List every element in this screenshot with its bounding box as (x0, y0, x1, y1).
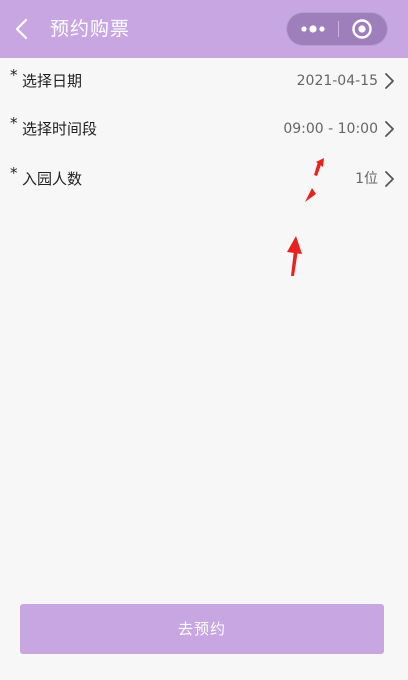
required-mark: * (10, 164, 18, 182)
chevron-right-icon (385, 73, 394, 89)
submit-reservation-button[interactable]: 去预约 (20, 604, 384, 654)
select-date-label: 选择日期 (22, 72, 83, 90)
close-mini-program-button[interactable] (339, 13, 387, 45)
select-time-slot-label: 选择时间段 (22, 120, 98, 138)
visitor-count-value: 1位 (355, 171, 378, 187)
chevron-left-icon (15, 18, 28, 40)
back-button[interactable] (10, 16, 36, 42)
content-area: * 选择日期 2021-04-15 * 选择时间段 09:00 - 10:00 … (0, 58, 408, 680)
required-mark: * (10, 114, 18, 132)
chevron-right-icon (385, 121, 394, 137)
required-mark: * (10, 66, 18, 84)
chevron-right-icon (385, 171, 394, 187)
selected-date-value: 2021-04-15 (296, 73, 378, 89)
more-dots-icon (301, 25, 325, 33)
navigation-bar: 预约购票 (0, 0, 408, 58)
page-title: 预约购票 (50, 18, 131, 40)
visitor-count-row[interactable]: * 入园人数 1位 (0, 156, 408, 204)
target-circle-icon (352, 19, 372, 39)
mini-program-capsule (286, 12, 388, 46)
select-date-row[interactable]: * 选择日期 2021-04-15 (0, 58, 408, 106)
select-time-slot-row[interactable]: * 选择时间段 09:00 - 10:00 (0, 106, 408, 154)
more-button[interactable] (287, 13, 338, 45)
selected-time-slot-value: 09:00 - 10:00 (283, 121, 378, 137)
visitor-count-label: 入园人数 (22, 170, 83, 188)
